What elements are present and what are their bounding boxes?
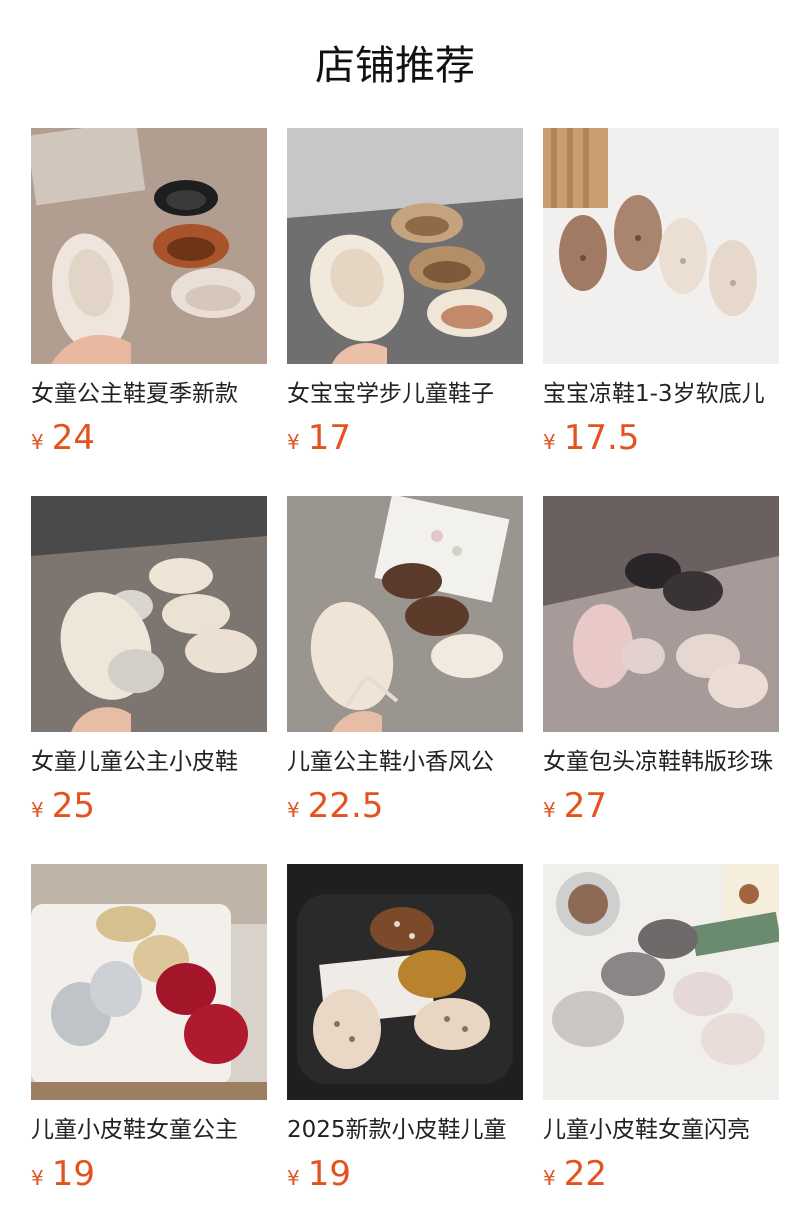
currency-symbol: ¥ xyxy=(287,430,300,454)
price-value: 17.5 xyxy=(563,418,640,458)
currency-symbol: ¥ xyxy=(31,798,44,822)
currency-symbol: ¥ xyxy=(543,430,556,454)
product-price: ¥27 xyxy=(543,784,607,828)
product-image[interactable] xyxy=(31,496,267,732)
price-value: 27 xyxy=(563,786,607,826)
product-image[interactable] xyxy=(543,496,779,732)
product-name[interactable]: 宝宝凉鞋1-3岁软底儿 xyxy=(543,378,779,410)
product-image[interactable] xyxy=(287,496,523,732)
product-card[interactable]: 女童公主鞋夏季新款 ¥24 xyxy=(31,128,267,458)
price-value: 17 xyxy=(307,418,351,458)
shoe-photo-icon xyxy=(31,128,267,364)
product-price: ¥17 xyxy=(287,416,351,460)
product-price: ¥25 xyxy=(31,784,95,828)
currency-symbol: ¥ xyxy=(31,430,44,454)
shoe-photo-icon xyxy=(287,864,523,1100)
product-image[interactable] xyxy=(287,128,523,364)
product-name[interactable]: 儿童小皮鞋女童公主 xyxy=(31,1114,267,1146)
product-name[interactable]: 女宝宝学步儿童鞋子 xyxy=(287,378,523,410)
product-card[interactable]: 儿童公主鞋小香风公 ¥22.5 xyxy=(287,496,523,826)
shoe-photo-icon xyxy=(31,496,267,732)
product-card[interactable]: 儿童小皮鞋女童闪亮 ¥22 xyxy=(543,864,779,1194)
currency-symbol: ¥ xyxy=(543,1166,556,1190)
currency-symbol: ¥ xyxy=(543,798,556,822)
product-price: ¥24 xyxy=(31,416,95,460)
page-title: 店铺推荐 xyxy=(315,43,475,89)
product-name[interactable]: 女童儿童公主小皮鞋 xyxy=(31,746,267,778)
currency-symbol: ¥ xyxy=(287,1166,300,1190)
shoe-photo-icon xyxy=(287,496,523,732)
product-name[interactable]: 女童公主鞋夏季新款 xyxy=(31,378,267,410)
product-image[interactable] xyxy=(287,864,523,1100)
product-name[interactable]: 2025新款小皮鞋儿童 xyxy=(287,1114,523,1146)
product-image[interactable] xyxy=(31,864,267,1100)
price-value: 22 xyxy=(563,1154,607,1194)
product-price: ¥17.5 xyxy=(543,416,639,460)
shoe-photo-icon xyxy=(543,496,779,732)
product-image[interactable] xyxy=(543,864,779,1100)
shoe-photo-icon xyxy=(543,128,779,364)
product-image[interactable] xyxy=(543,128,779,364)
product-card[interactable]: 女童包头凉鞋韩版珍珠 ¥27 xyxy=(543,496,779,826)
shoe-photo-icon xyxy=(543,864,779,1100)
product-card[interactable]: 2025新款小皮鞋儿童 ¥19 xyxy=(287,864,523,1194)
price-value: 19 xyxy=(307,1154,351,1194)
shoe-photo-icon xyxy=(31,864,267,1100)
price-value: 25 xyxy=(51,786,95,826)
product-card[interactable]: 女童儿童公主小皮鞋 ¥25 xyxy=(31,496,267,826)
price-value: 22.5 xyxy=(307,786,384,826)
currency-symbol: ¥ xyxy=(287,798,300,822)
product-price: ¥22 xyxy=(543,1152,607,1196)
product-card[interactable]: 儿童小皮鞋女童公主 ¥19 xyxy=(31,864,267,1194)
price-value: 24 xyxy=(51,418,95,458)
product-name[interactable]: 女童包头凉鞋韩版珍珠 xyxy=(543,746,779,778)
product-price: ¥22.5 xyxy=(287,784,383,828)
product-image[interactable] xyxy=(31,128,267,364)
currency-symbol: ¥ xyxy=(31,1166,44,1190)
product-name[interactable]: 儿童小皮鞋女童闪亮 xyxy=(543,1114,779,1146)
product-price: ¥19 xyxy=(31,1152,95,1196)
product-name[interactable]: 儿童公主鞋小香风公 xyxy=(287,746,523,778)
product-card[interactable]: 女宝宝学步儿童鞋子 ¥17 xyxy=(287,128,523,458)
price-value: 19 xyxy=(51,1154,95,1194)
shoe-photo-icon xyxy=(287,128,523,364)
product-card[interactable]: 宝宝凉鞋1-3岁软底儿 ¥17.5 xyxy=(543,128,779,458)
product-price: ¥19 xyxy=(287,1152,351,1196)
